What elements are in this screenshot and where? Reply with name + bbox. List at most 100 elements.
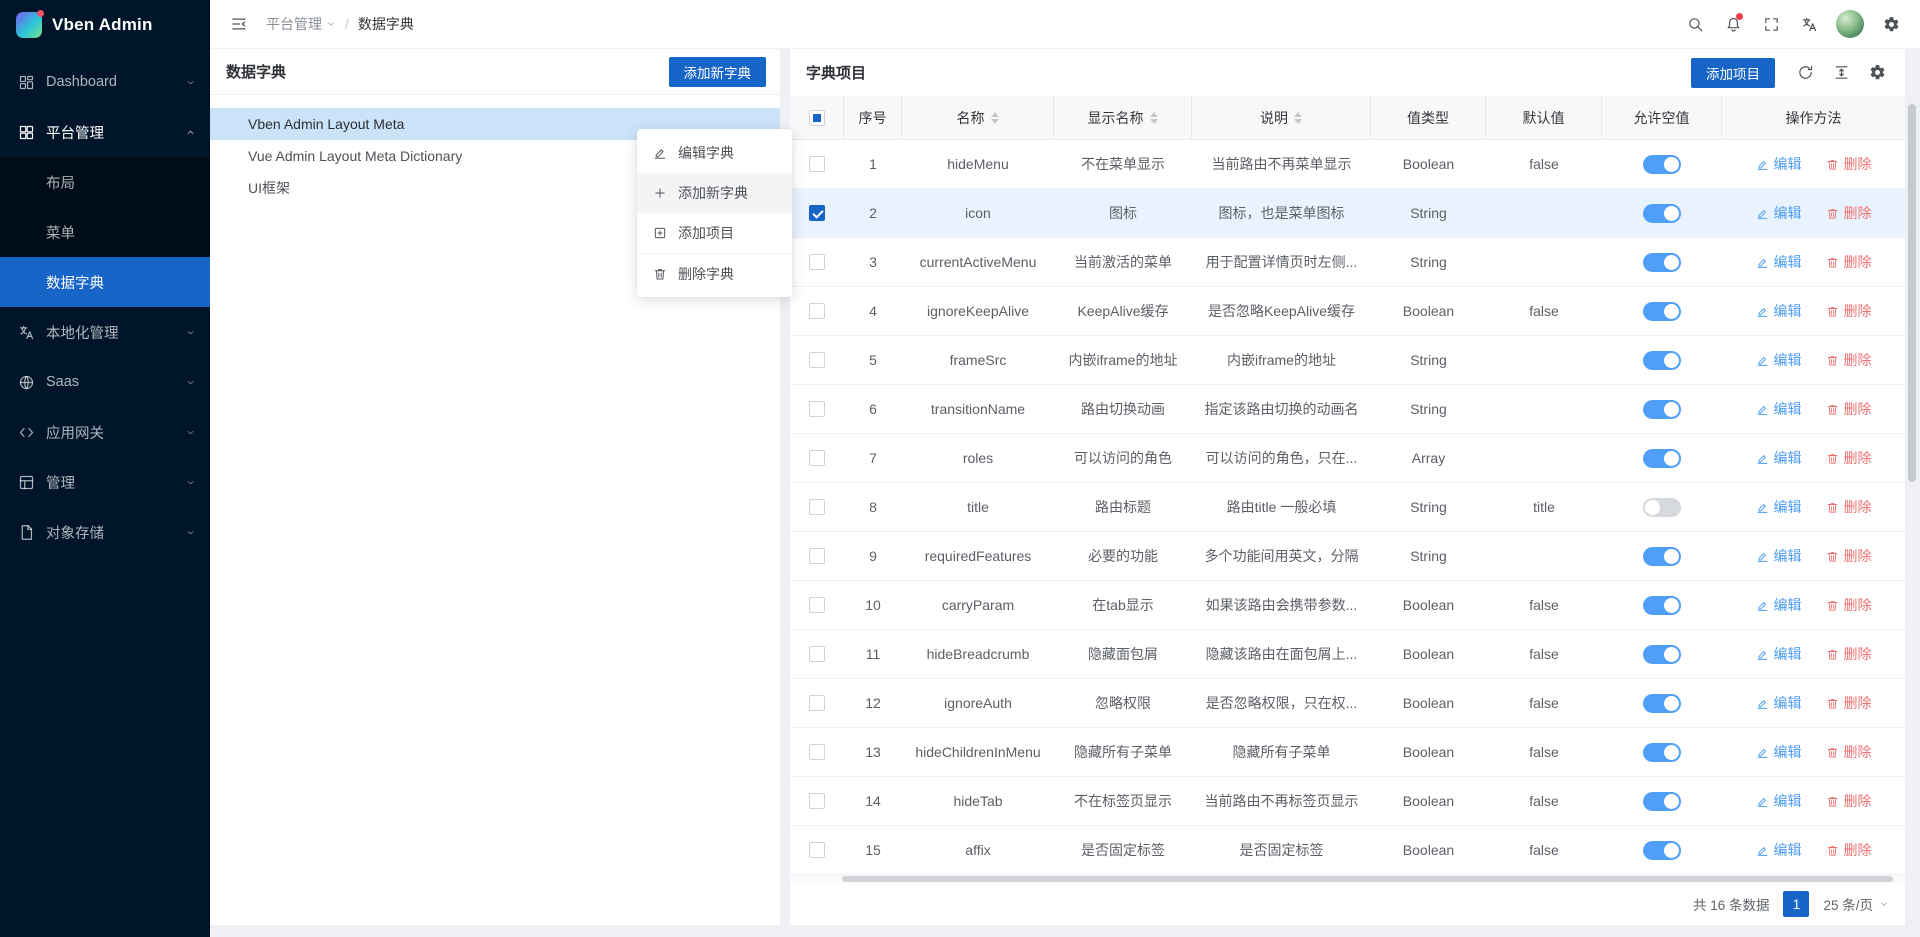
delete-row-link[interactable]: 删除 [1826, 546, 1872, 566]
row-checkbox[interactable] [809, 352, 825, 368]
breadcrumb-current[interactable]: 数据字典 [358, 14, 414, 34]
settings-gear-icon[interactable] [1874, 7, 1908, 41]
row-checkbox[interactable] [809, 695, 825, 711]
sidebar-item-5[interactable]: 管理 [0, 457, 210, 507]
delete-row-link[interactable]: 删除 [1826, 252, 1872, 272]
edit-row-link[interactable]: 编辑 [1756, 791, 1802, 811]
table-row-7[interactable]: 7roles可以访问的角色可以访问的角色，只在...Array编辑删除 [790, 434, 1905, 483]
row-checkbox[interactable] [809, 842, 825, 858]
table-row-10[interactable]: 10carryParam在tab显示如果该路由会携带参数...Booleanfa… [790, 581, 1905, 630]
row-checkbox[interactable] [809, 597, 825, 613]
table-row-8[interactable]: 8title路由标题路由title 一般必填Stringtitle编辑删除 [790, 483, 1905, 532]
edit-row-link[interactable]: 编辑 [1756, 252, 1802, 272]
table-row-2[interactable]: 2icon图标图标，也是菜单图标String编辑删除 [790, 189, 1905, 238]
sort-icon[interactable] [1150, 112, 1158, 124]
edit-row-link[interactable]: 编辑 [1756, 742, 1802, 762]
edit-row-link[interactable]: 编辑 [1756, 840, 1802, 860]
delete-row-link[interactable]: 删除 [1826, 497, 1872, 517]
delete-row-link[interactable]: 删除 [1826, 301, 1872, 321]
allow-null-toggle[interactable] [1643, 743, 1681, 762]
allow-null-toggle[interactable] [1643, 351, 1681, 370]
edit-row-link[interactable]: 编辑 [1756, 301, 1802, 321]
refresh-icon[interactable] [1791, 59, 1819, 87]
allow-null-toggle[interactable] [1643, 596, 1681, 615]
language-icon[interactable] [1792, 7, 1826, 41]
row-checkbox[interactable] [809, 303, 825, 319]
sidebar-item-1[interactable]: 平台管理 [0, 107, 210, 157]
row-checkbox[interactable] [809, 548, 825, 564]
table-row-6[interactable]: 6transitionName路由切换动画指定该路由切换的动画名String编辑… [790, 385, 1905, 434]
allow-null-toggle[interactable] [1643, 841, 1681, 860]
fullscreen-icon[interactable] [1754, 7, 1788, 41]
row-checkbox[interactable] [809, 499, 825, 515]
allow-null-toggle[interactable] [1643, 253, 1681, 272]
page-size-select[interactable]: 25 条/页 [1823, 894, 1889, 914]
column-header-2[interactable]: 显示名称 [1054, 96, 1192, 139]
column-header-3[interactable]: 说明 [1192, 96, 1371, 139]
search-icon[interactable] [1678, 7, 1712, 41]
row-checkbox[interactable] [809, 793, 825, 809]
delete-row-link[interactable]: 删除 [1826, 350, 1872, 370]
edit-row-link[interactable]: 编辑 [1756, 497, 1802, 517]
context-menu-item-1[interactable]: 添加新字典 [637, 173, 792, 213]
edit-row-link[interactable]: 编辑 [1756, 546, 1802, 566]
edit-row-link[interactable]: 编辑 [1756, 399, 1802, 419]
row-checkbox[interactable] [809, 205, 825, 221]
allow-null-toggle[interactable] [1643, 498, 1681, 517]
table-row-4[interactable]: 4ignoreKeepAliveKeepAlive缓存是否忽略KeepAlive… [790, 287, 1905, 336]
menu-fold-icon[interactable] [222, 7, 256, 41]
table-row-3[interactable]: 3currentActiveMenu当前激活的菜单用于配置详情页时左侧...St… [790, 238, 1905, 287]
edit-row-link[interactable]: 编辑 [1756, 203, 1802, 223]
sidebar-item-2[interactable]: 本地化管理 [0, 307, 210, 357]
allow-null-toggle[interactable] [1643, 449, 1681, 468]
row-checkbox[interactable] [809, 646, 825, 662]
edit-row-link[interactable]: 编辑 [1756, 350, 1802, 370]
delete-row-link[interactable]: 删除 [1826, 154, 1872, 174]
delete-row-link[interactable]: 删除 [1826, 448, 1872, 468]
allow-null-toggle[interactable] [1643, 155, 1681, 174]
user-avatar[interactable] [1836, 10, 1864, 38]
row-checkbox[interactable] [809, 156, 825, 172]
row-checkbox[interactable] [809, 254, 825, 270]
allow-null-toggle[interactable] [1643, 694, 1681, 713]
allow-null-toggle[interactable] [1643, 792, 1681, 811]
table-row-1[interactable]: 1hideMenu不在菜单显示当前路由不再菜单显示Booleanfalse编辑删… [790, 140, 1905, 189]
delete-row-link[interactable]: 删除 [1826, 644, 1872, 664]
sidebar-subitem-1-1[interactable]: 菜单 [0, 207, 210, 257]
select-all-checkbox[interactable] [809, 110, 825, 126]
delete-row-link[interactable]: 删除 [1826, 742, 1872, 762]
delete-row-link[interactable]: 删除 [1826, 693, 1872, 713]
sidebar-subitem-1-2[interactable]: 数据字典 [0, 257, 210, 307]
table-row-11[interactable]: 11hideBreadcrumb隐藏面包屑隐藏该路由在面包屑上...Boolea… [790, 630, 1905, 679]
context-menu-item-0[interactable]: 编辑字典 [637, 133, 792, 173]
logo[interactable]: Vben Admin [0, 0, 210, 49]
sort-icon[interactable] [1294, 112, 1302, 124]
allow-null-toggle[interactable] [1643, 302, 1681, 321]
allow-null-toggle[interactable] [1643, 400, 1681, 419]
row-checkbox[interactable] [809, 450, 825, 466]
page-vertical-scrollbar[interactable] [1908, 104, 1916, 482]
sidebar-item-3[interactable]: Saas [0, 357, 210, 407]
delete-row-link[interactable]: 删除 [1826, 791, 1872, 811]
row-checkbox[interactable] [809, 401, 825, 417]
table-row-14[interactable]: 14hideTab不在标签页显示当前路由不再标签页显示Booleanfalse编… [790, 777, 1905, 826]
table-row-12[interactable]: 12ignoreAuth忽略权限是否忽略权限，只在权...Booleanfals… [790, 679, 1905, 728]
table-row-15[interactable]: 15affix是否固定标签是否固定标签Booleanfalse编辑删除 [790, 826, 1905, 875]
breadcrumb-parent[interactable]: 平台管理 [266, 14, 336, 34]
table-settings-gear-icon[interactable] [1863, 59, 1891, 87]
sidebar-item-4[interactable]: 应用网关 [0, 407, 210, 457]
table-row-9[interactable]: 9requiredFeatures必要的功能多个功能间用英文，分隔String编… [790, 532, 1905, 581]
edit-row-link[interactable]: 编辑 [1756, 448, 1802, 468]
delete-row-link[interactable]: 删除 [1826, 595, 1872, 615]
context-menu-item-2[interactable]: 添加项目 [637, 213, 792, 253]
allow-null-toggle[interactable] [1643, 204, 1681, 223]
edit-row-link[interactable]: 编辑 [1756, 595, 1802, 615]
pagination-page-button[interactable]: 1 [1783, 891, 1809, 917]
delete-row-link[interactable]: 删除 [1826, 203, 1872, 223]
delete-row-link[interactable]: 删除 [1826, 840, 1872, 860]
allow-null-toggle[interactable] [1643, 547, 1681, 566]
sidebar-subitem-1-0[interactable]: 布局 [0, 157, 210, 207]
add-dictionary-button[interactable]: 添加新字典 [669, 57, 767, 87]
table-row-5[interactable]: 5frameSrc内嵌iframe的地址内嵌iframe的地址String编辑删… [790, 336, 1905, 385]
table-horizontal-scrollbar[interactable] [790, 875, 1905, 883]
